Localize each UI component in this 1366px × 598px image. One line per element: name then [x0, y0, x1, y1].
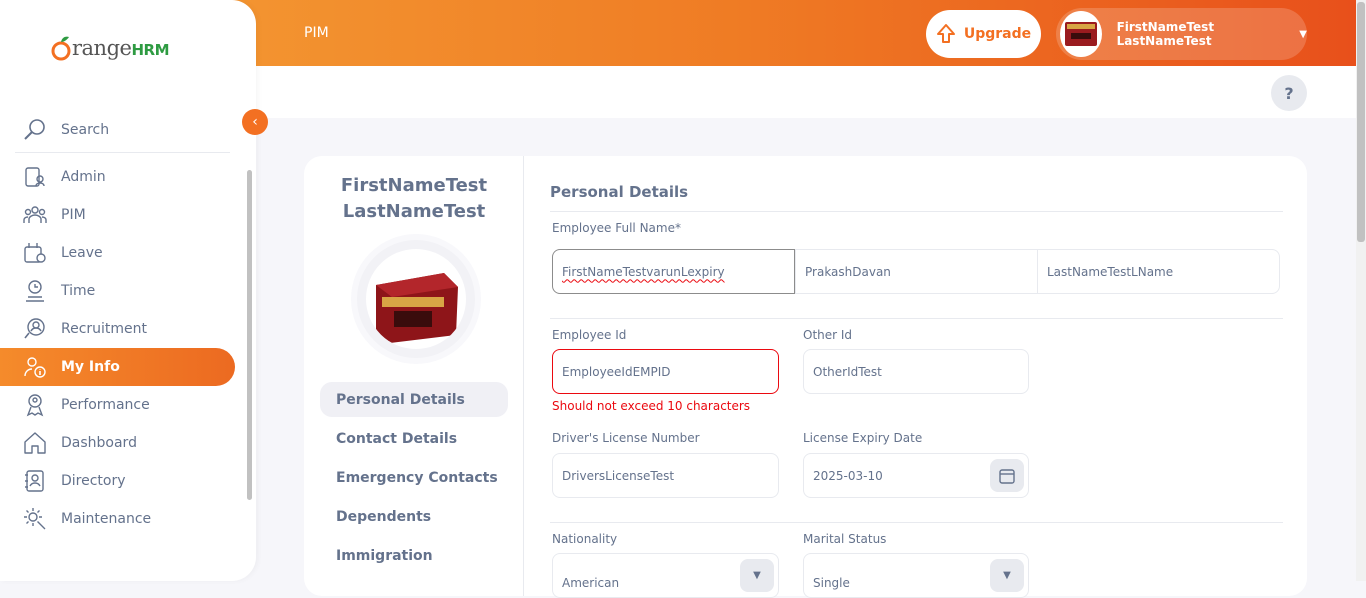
- sidebar-item-performance[interactable]: Performance: [0, 386, 245, 424]
- sidebar-item-label: Admin: [61, 169, 106, 185]
- upgrade-label: Upgrade: [963, 26, 1032, 42]
- license-expiry-value: 2025-03-10: [813, 468, 883, 483]
- sidebar-item-maintenance[interactable]: Maintenance: [0, 500, 245, 538]
- tab-immigration[interactable]: Immigration: [320, 538, 508, 573]
- calendar-icon[interactable]: [990, 459, 1024, 492]
- tab-personal-details[interactable]: Personal Details: [320, 382, 508, 417]
- last-name-value: LastNameTestLName: [1047, 264, 1174, 279]
- other-id-input[interactable]: OtherIdTest: [803, 349, 1029, 394]
- logo-text: range: [72, 36, 132, 60]
- license-value: DriversLicenseTest: [562, 468, 675, 483]
- first-name-input[interactable]: FirstNameTestvarunLexpiry: [552, 249, 795, 294]
- sidebar-item-label: Leave: [61, 245, 103, 261]
- marital-status-label: Marital Status: [803, 532, 887, 546]
- page-scrollbar[interactable]: [1356, 0, 1366, 581]
- sidebar-item-dashboard[interactable]: Dashboard: [0, 424, 245, 462]
- middle-name-input[interactable]: PrakashDavan: [795, 249, 1038, 294]
- full-name-label: Employee Full Name*: [552, 221, 681, 235]
- sidebar-item-label: Time: [61, 283, 96, 299]
- profile-tabs: Personal Details Contact Details Emergen…: [320, 382, 508, 577]
- sidebar: rangeHRM Search Admin PIM Leave Time Rec…: [0, 0, 256, 581]
- other-id-value: OtherIdTest: [813, 364, 882, 379]
- sidebar-scrollbar[interactable]: [246, 160, 254, 550]
- sidebar-item-my-info[interactable]: My Info: [0, 348, 235, 386]
- nationality-select[interactable]: American ▼: [552, 553, 779, 598]
- sidebar-item-label: Recruitment: [61, 321, 148, 337]
- user-name: FirstNameTest LastNameTest: [1116, 20, 1215, 48]
- profile-panel: FirstNameTest LastNameTest Personal Deta…: [304, 156, 524, 596]
- chevron-down-icon[interactable]: ▼: [990, 559, 1024, 592]
- license-expiry-label: License Expiry Date: [803, 431, 923, 445]
- orange-logo-icon: [51, 36, 71, 61]
- sidebar-search[interactable]: Search: [15, 107, 230, 153]
- admin-icon: [25, 167, 45, 187]
- sidebar-item-label: Performance: [61, 397, 150, 413]
- main-menu: Admin PIM Leave Time Recruitment My Info…: [0, 158, 245, 538]
- marital-status-value: Single: [813, 575, 850, 590]
- divider: [550, 318, 1283, 319]
- dashboard-icon: [24, 432, 46, 454]
- other-id-label: Other Id: [803, 328, 853, 342]
- leave-icon: [24, 243, 46, 263]
- caret-down-icon: ▼: [1299, 28, 1307, 40]
- employee-card: FirstNameTest LastNameTest Personal Deta…: [304, 156, 1307, 598]
- search-label: Search: [61, 121, 110, 138]
- license-label: Driver's License Number: [552, 431, 700, 445]
- user-avatar: [1060, 11, 1102, 57]
- time-icon: [26, 280, 44, 302]
- sidebar-item-label: Directory: [61, 473, 126, 489]
- sidebar-item-admin[interactable]: Admin: [0, 158, 245, 196]
- performance-icon: [26, 394, 44, 417]
- marital-status-select[interactable]: Single ▼: [803, 553, 1029, 598]
- employee-id-error: Should not exceed 10 characters: [552, 399, 751, 413]
- license-expiry-input[interactable]: 2025-03-10: [803, 453, 1029, 498]
- tab-contact-details[interactable]: Contact Details: [320, 421, 508, 456]
- search-icon: [24, 118, 45, 140]
- sidebar-item-time[interactable]: Time: [0, 272, 245, 310]
- upgrade-button[interactable]: Upgrade: [926, 10, 1041, 58]
- employee-photo[interactable]: [357, 240, 475, 358]
- license-input[interactable]: DriversLicenseTest: [552, 453, 779, 498]
- chevron-down-icon[interactable]: ▼: [740, 559, 774, 592]
- maintenance-icon: [24, 508, 46, 530]
- user-dropdown[interactable]: FirstNameTest LastNameTest ▼: [1056, 8, 1307, 60]
- sidebar-item-label: PIM: [61, 207, 86, 223]
- sidebar-item-directory[interactable]: Directory: [0, 462, 245, 500]
- sidebar-item-label: Dashboard: [61, 435, 137, 451]
- nationality-label: Nationality: [552, 532, 618, 546]
- employee-last-name: LastNameTest: [342, 201, 486, 222]
- divider: [550, 211, 1283, 212]
- pim-icon: [23, 206, 47, 223]
- my-info-icon: [24, 357, 46, 378]
- logo-hrm: HRM: [131, 41, 169, 59]
- middle-name-value: PrakashDavan: [805, 264, 891, 279]
- sidebar-item-label: My Info: [61, 359, 120, 375]
- employee-first-name: FirstNameTest: [340, 175, 488, 196]
- sidebar-item-pim[interactable]: PIM: [0, 196, 245, 234]
- sidebar-item-label: Maintenance: [61, 511, 152, 527]
- tab-dependents[interactable]: Dependents: [320, 499, 508, 534]
- sidebar-item-recruitment[interactable]: Recruitment: [0, 310, 245, 348]
- employee-id-value: EmployeeIdEMPID: [562, 364, 671, 379]
- employee-name: FirstNameTest LastNameTest: [304, 173, 524, 225]
- section-title: Personal Details: [550, 183, 689, 201]
- orangehrm-logo[interactable]: rangeHRM: [50, 30, 169, 66]
- nationality-value: American: [562, 575, 620, 590]
- first-name-value: FirstNameTestvarunLexpiry: [562, 264, 725, 279]
- sub-header: [256, 66, 1356, 118]
- help-button[interactable]: ?: [1271, 75, 1307, 111]
- upgrade-arrow-icon: [936, 24, 955, 43]
- last-name-input[interactable]: LastNameTestLName: [1037, 249, 1280, 294]
- directory-icon: [25, 470, 44, 492]
- divider: [550, 522, 1283, 523]
- chevron-left-icon[interactable]: ‹: [242, 109, 268, 135]
- employee-id-label: Employee Id: [552, 328, 627, 342]
- sidebar-item-leave[interactable]: Leave: [0, 234, 245, 272]
- tab-emergency-contacts[interactable]: Emergency Contacts: [320, 460, 508, 495]
- profile-picture: [376, 273, 458, 343]
- employee-id-input[interactable]: EmployeeIdEMPID: [552, 349, 779, 394]
- recruitment-icon: [24, 318, 45, 339]
- module-title: PIM: [304, 25, 329, 41]
